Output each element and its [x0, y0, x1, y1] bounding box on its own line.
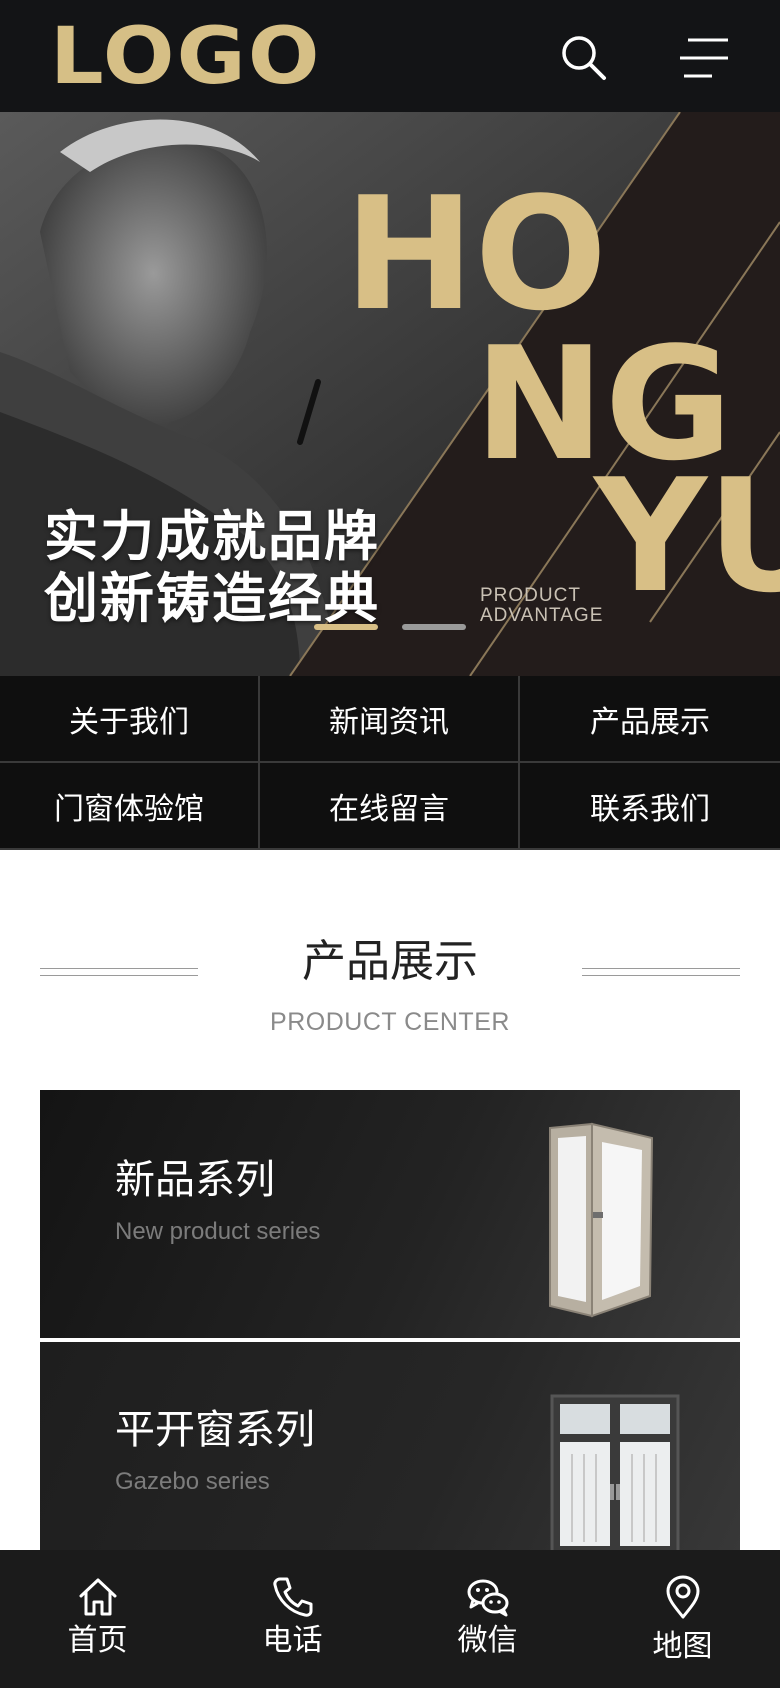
quick-nav-grid: 关于我们 新闻资讯 产品展示 门窗体验馆 在线留言 联系我们 — [0, 676, 780, 850]
bottom-tab-bar: 首页 电话 微信 地图 — [0, 1550, 780, 1688]
banner-tagline-line2: ADVANTAGE — [480, 605, 604, 626]
nav-item-showroom[interactable]: 门窗体验馆 — [0, 763, 260, 850]
map-pin-icon — [666, 1575, 699, 1619]
tab-label: 微信 — [457, 1623, 518, 1658]
menu-icon[interactable] — [676, 30, 732, 86]
banner-slogan-line2: 创新铸造经典 — [44, 567, 380, 630]
carousel-dot-active[interactable] — [314, 624, 378, 630]
tab-phone[interactable]: 电话 — [195, 1550, 390, 1688]
banner-big-text-1: HO — [344, 163, 608, 345]
tab-home[interactable]: 首页 — [0, 1550, 195, 1688]
nav-item-about[interactable]: 关于我们 — [0, 676, 260, 763]
banner-tagline-line1: PRODUCT — [480, 585, 581, 606]
product-card-new[interactable]: 新品系列 New product series — [40, 1090, 740, 1338]
banner-slogan-line1: 实力成就品牌 — [44, 505, 380, 568]
banner-big-text-3: YU — [594, 445, 780, 627]
carousel-dot[interactable] — [402, 624, 466, 630]
tab-map[interactable]: 地图 — [585, 1550, 780, 1688]
wechat-icon — [467, 1579, 508, 1617]
casement-window-image — [549, 1122, 654, 1318]
site-logo[interactable]: LOGO — [50, 18, 322, 96]
tab-label: 首页 — [67, 1623, 128, 1658]
nav-item-products[interactable]: 产品展示 — [520, 676, 780, 763]
product-card-subtitle: New product series — [115, 1218, 321, 1245]
tab-label: 电话 — [262, 1623, 323, 1658]
phone-icon — [272, 1577, 312, 1617]
section-title: 产品展示 — [302, 936, 478, 987]
tab-wechat[interactable]: 微信 — [390, 1550, 585, 1688]
home-icon — [79, 1578, 116, 1616]
hero-banner[interactable]: HO NG YU 实力成就品牌 创新铸造经典 PRODUCT ADVANTAGE — [0, 112, 780, 676]
product-card-title: 新品系列 — [115, 1157, 275, 1203]
top-header: LOGO — [0, 0, 780, 112]
tab-label: 地图 — [652, 1629, 713, 1664]
search-icon[interactable] — [556, 30, 612, 86]
double-window-image — [550, 1394, 680, 1554]
product-card-title: 平开窗系列 — [115, 1407, 315, 1453]
section-subtitle: PRODUCT CENTER — [270, 1008, 510, 1036]
product-card-subtitle: Gazebo series — [115, 1468, 270, 1495]
nav-item-contact[interactable]: 联系我们 — [520, 763, 780, 850]
nav-item-message[interactable]: 在线留言 — [260, 763, 520, 850]
nav-item-news[interactable]: 新闻资讯 — [260, 676, 520, 763]
